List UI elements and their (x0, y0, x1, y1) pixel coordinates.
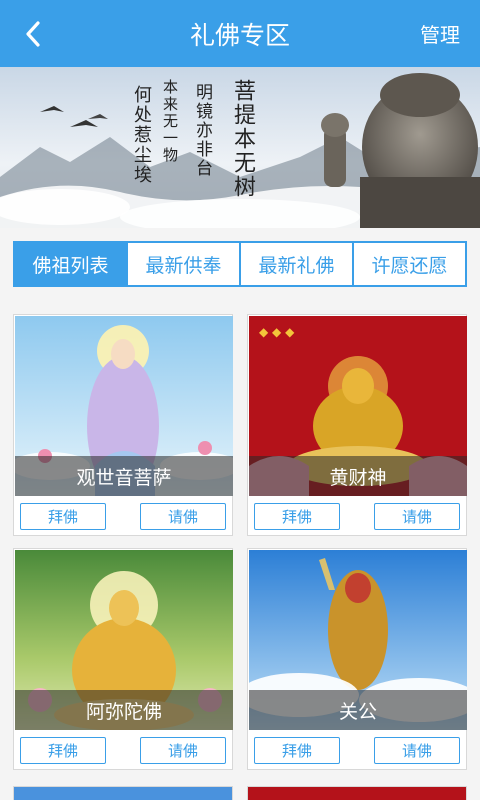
invite-button[interactable]: 请佛 (140, 737, 226, 764)
buddha-image[interactable]: 关公 (249, 550, 467, 730)
buddha-card: 阿弥陀佛 拜佛 请佛 (13, 548, 233, 770)
top-bar: 礼佛专区 管理 (0, 0, 480, 67)
next-card-peek (13, 786, 233, 800)
buddha-image[interactable]: 观世音菩萨 (15, 316, 233, 496)
invite-button[interactable]: 请佛 (374, 503, 460, 530)
buddha-image[interactable]: ◆ ◆ ◆ 黄财神 (249, 316, 467, 496)
invite-button[interactable]: 请佛 (374, 737, 460, 764)
buddha-card: 观世音菩萨 拜佛 请佛 (13, 314, 233, 536)
poem-col-2: 明镜亦非台 (192, 83, 212, 178)
buddha-card: 关公 拜佛 请佛 (247, 548, 467, 770)
buddha-card: ◆ ◆ ◆ 黄财神 拜佛 请佛 (247, 314, 467, 536)
category-tabs: 佛祖列表 最新供奉 最新礼佛 许愿还愿 (13, 241, 467, 287)
poem-col-4: 何处惹尘埃 (131, 85, 152, 185)
next-card-peek (247, 786, 467, 800)
invite-button[interactable]: 请佛 (140, 503, 226, 530)
buddha-image[interactable]: 阿弥陀佛 (15, 550, 233, 730)
buddha-name: 黄财神 (249, 456, 467, 496)
worship-button[interactable]: 拜佛 (254, 737, 340, 764)
tab-latest-offerings[interactable]: 最新供奉 (128, 243, 241, 285)
buddha-name: 关公 (249, 690, 467, 730)
worship-button[interactable]: 拜佛 (20, 737, 106, 764)
tab-wishes[interactable]: 许愿还愿 (354, 243, 465, 285)
poem-col-3: 本来无一物 (161, 79, 179, 164)
worship-button[interactable]: 拜佛 (254, 503, 340, 530)
buddha-name: 观世音菩萨 (15, 456, 233, 496)
svg-text:◆ ◆ ◆: ◆ ◆ ◆ (259, 325, 295, 339)
tab-buddha-list[interactable]: 佛祖列表 (15, 243, 128, 285)
worship-button[interactable]: 拜佛 (20, 503, 106, 530)
page-title: 礼佛专区 (189, 21, 290, 50)
banner: 菩提本无树 明镜亦非台 本来无一物 何处惹尘埃 (0, 67, 480, 228)
manage-button[interactable]: 管理 (420, 19, 460, 48)
buddha-name: 阿弥陀佛 (15, 690, 233, 730)
tab-latest-worship[interactable]: 最新礼佛 (241, 243, 354, 285)
poem-col-1: 菩提本无树 (230, 79, 255, 199)
